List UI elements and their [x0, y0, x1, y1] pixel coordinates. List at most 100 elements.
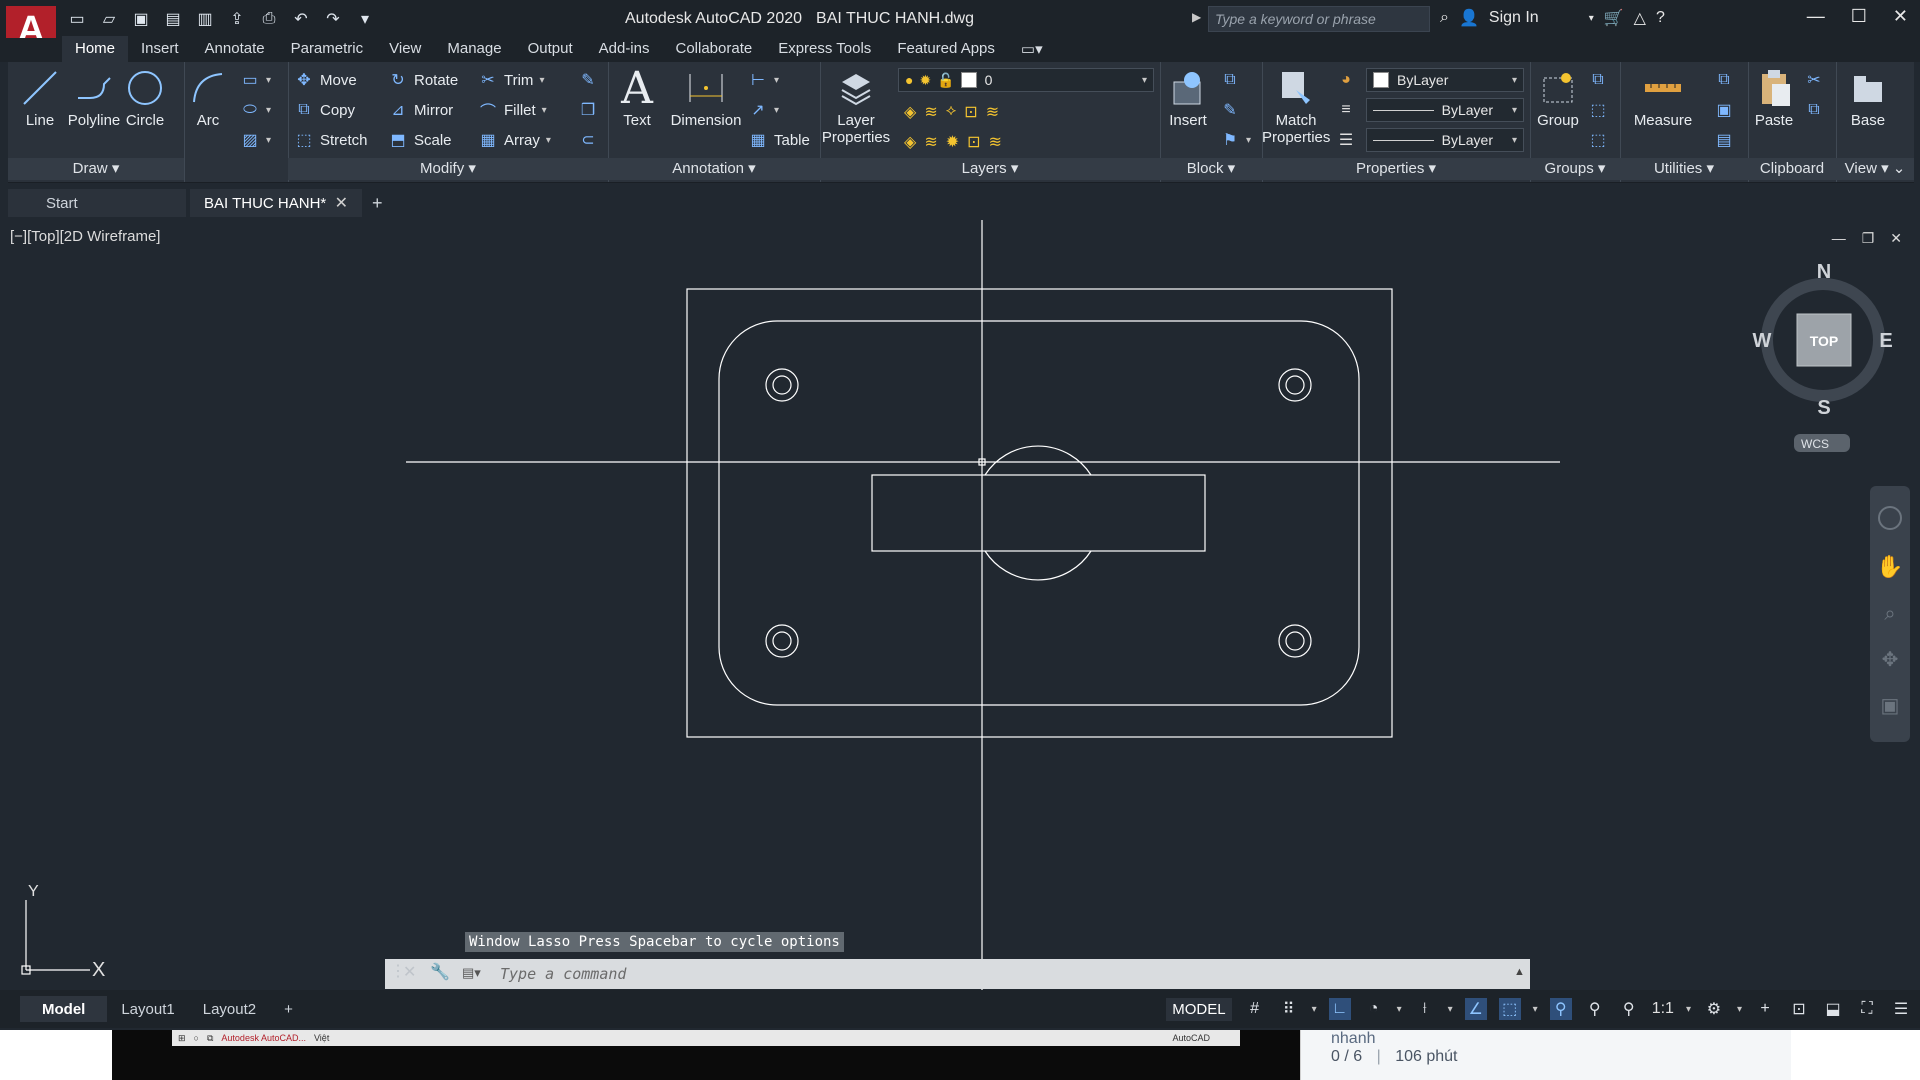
- hatch-tool[interactable]: ▨ ▾: [240, 128, 271, 152]
- compass-south[interactable]: S: [1817, 397, 1830, 419]
- view-panel-title[interactable]: View ▾ ⌄: [1836, 158, 1914, 180]
- layer-current-icon[interactable]: ≋: [924, 132, 937, 152]
- table-tool[interactable]: ▦ Table: [748, 128, 809, 152]
- workspace-dropdown-icon[interactable]: ▾: [1737, 1004, 1742, 1015]
- search-expand-icon[interactable]: ▶: [1192, 10, 1201, 24]
- workspace-gear-icon[interactable]: ⚙: [1703, 998, 1725, 1020]
- compass-east[interactable]: E: [1879, 330, 1892, 352]
- layer-off-icon[interactable]: ⟡: [946, 102, 957, 122]
- snap-dropdown-icon[interactable]: ▾: [1312, 1004, 1317, 1015]
- offset-tool[interactable]: ⊂: [578, 128, 598, 152]
- binoculars-icon[interactable]: ⌕: [1440, 9, 1449, 27]
- taskbar-chrome[interactable]: Việt: [314, 1033, 329, 1043]
- match-properties-tool[interactable]: Match Properties: [1262, 66, 1330, 146]
- arc-tool[interactable]: Arc: [180, 66, 236, 129]
- isodraft-dropdown-icon[interactable]: ▾: [1448, 1004, 1453, 1015]
- close-tab-icon[interactable]: ✕: [335, 193, 348, 213]
- erase-tool[interactable]: ✎: [578, 68, 598, 92]
- color-dropdown[interactable]: ByLayer ▾: [1366, 68, 1524, 92]
- modify-panel-title[interactable]: Modify ▾: [288, 158, 608, 180]
- hole-top-right-inner[interactable]: [1285, 375, 1305, 395]
- rectangle-tool[interactable]: ▭ ▾: [240, 68, 271, 92]
- minimize-icon[interactable]: —: [1807, 6, 1825, 27]
- trim-tool[interactable]: ✂ Trim ▾: [478, 68, 544, 92]
- ribbon-tab-annotate[interactable]: Annotate: [192, 38, 278, 62]
- draw-panel-title[interactable]: Draw ▾: [8, 158, 184, 180]
- ribbon-tab-output[interactable]: Output: [515, 38, 586, 62]
- drawing-viewport[interactable]: [−][Top][2D Wireframe] — ❐ ✕ Y X TOP N S…: [0, 220, 1920, 990]
- layer-isolate-icon[interactable]: ◈: [904, 102, 916, 122]
- lineweight-dropdown[interactable]: ByLayer ▾: [1366, 128, 1524, 152]
- rotate-tool[interactable]: ↻ Rotate: [388, 68, 458, 92]
- layers-panel-title[interactable]: Layers ▾: [820, 158, 1160, 180]
- layer-properties-tool[interactable]: Layer Properties: [820, 66, 892, 146]
- object-snap-tracking-icon[interactable]: ∠: [1464, 998, 1487, 1020]
- zoom-icon[interactable]: ⌕: [1884, 603, 1895, 625]
- group-select-tool[interactable]: ⬚: [1588, 128, 1608, 152]
- help-search-input[interactable]: Type a keyword or phrase: [1208, 6, 1430, 32]
- model-space-button[interactable]: MODEL: [1166, 997, 1232, 1021]
- hole-top-left-outer[interactable]: [765, 368, 799, 402]
- center-circle-bottom-arc[interactable]: [984, 550, 1092, 581]
- a360-icon[interactable]: △: [1634, 8, 1646, 28]
- select-all-tool[interactable]: ▣: [1714, 98, 1734, 122]
- annotation-visibility-icon[interactable]: ⚲: [1549, 998, 1572, 1020]
- base-view-tool[interactable]: Base: [1840, 66, 1896, 129]
- polar-dropdown-icon[interactable]: ▾: [1397, 1004, 1402, 1015]
- viewcube[interactable]: TOP N S E W WCS: [1753, 261, 1893, 452]
- group-edit-tool[interactable]: ⬚: [1588, 98, 1608, 122]
- linetype-dropdown[interactable]: ByLayer ▾: [1366, 98, 1524, 122]
- layer-match-icon[interactable]: ≋: [924, 102, 937, 122]
- auto-scale-icon[interactable]: ⚲: [1584, 998, 1606, 1020]
- attribute-tool[interactable]: ⚑ ▾: [1220, 128, 1251, 152]
- scale-dropdown-icon[interactable]: ▾: [1686, 1004, 1691, 1015]
- hole-bottom-left-outer[interactable]: [765, 624, 799, 658]
- task-view-icon[interactable]: ⧉: [207, 1033, 213, 1044]
- explode-tool[interactable]: ❒: [578, 98, 598, 122]
- block-panel-title[interactable]: Block ▾: [1160, 158, 1262, 180]
- annotation-panel-title[interactable]: Annotation ▾: [608, 158, 820, 180]
- hole-top-right-outer[interactable]: [1278, 368, 1312, 402]
- user-icon[interactable]: 👤: [1459, 8, 1479, 28]
- close-icon[interactable]: ✕: [1893, 6, 1908, 27]
- ribbon-minimize-icon[interactable]: ▭▾: [1008, 38, 1056, 62]
- open-web-icon[interactable]: ▥: [194, 8, 216, 30]
- add-layout-icon[interactable]: +: [270, 996, 307, 1022]
- hole-top-left-inner[interactable]: [772, 375, 792, 395]
- polar-icon[interactable]: ◔: [1363, 998, 1385, 1020]
- ribbon-tab-express-tools[interactable]: Express Tools: [765, 38, 884, 62]
- layer-walk-icon[interactable]: ≋: [986, 102, 999, 122]
- scale-tool[interactable]: ⬒ Scale: [388, 128, 451, 152]
- snap-icon[interactable]: ⠿: [1278, 998, 1300, 1020]
- save-icon[interactable]: ▣: [130, 8, 152, 30]
- drawing-canvas[interactable]: Y X TOP N S E W WCS ✋ ⌕ ✥ ▣: [0, 220, 1920, 990]
- layout1-tab[interactable]: Layout1: [107, 996, 188, 1022]
- insert-tool[interactable]: Insert: [1160, 66, 1216, 129]
- ortho-icon[interactable]: ∟: [1328, 998, 1351, 1020]
- taskbar-autocad[interactable]: Autodesk AutoCAD...: [221, 1033, 306, 1043]
- group-tool[interactable]: Group: [1530, 66, 1586, 129]
- save-as-icon[interactable]: ▤: [162, 8, 184, 30]
- compass-west[interactable]: W: [1753, 330, 1772, 352]
- edit-block-tool[interactable]: ✎: [1220, 98, 1240, 122]
- layer-unlock-icon[interactable]: ⊡: [967, 132, 980, 152]
- osnap-dropdown-icon[interactable]: ▾: [1533, 1004, 1538, 1015]
- layer-lock-tool-icon[interactable]: ⊡: [964, 102, 977, 122]
- layout2-tab[interactable]: Layout2: [189, 996, 270, 1022]
- command-input[interactable]: Type a command: [500, 962, 1500, 986]
- new-tab-icon[interactable]: +: [372, 193, 383, 214]
- layer-freeze-tool-icon[interactable]: ✹: [946, 132, 959, 152]
- command-customize-icon[interactable]: 🔧: [430, 962, 450, 982]
- outer-rectangle[interactable]: [686, 288, 1393, 738]
- open-file-icon[interactable]: ▱: [98, 8, 120, 30]
- showmotion-icon[interactable]: ▣: [1881, 695, 1900, 717]
- tray-autocad[interactable]: AutoCAD: [1172, 1033, 1210, 1043]
- ungroup-tool[interactable]: ⧉: [1588, 68, 1608, 92]
- groups-panel-title[interactable]: Groups ▾: [1530, 158, 1620, 180]
- model-tab[interactable]: Model: [20, 996, 108, 1022]
- calculator-tool[interactable]: ▤: [1714, 128, 1734, 152]
- hole-bottom-left-inner[interactable]: [772, 631, 792, 651]
- measure-tool[interactable]: Measure: [1624, 66, 1702, 129]
- save-web-icon[interactable]: ⇪: [226, 8, 248, 30]
- active-drawing-tab[interactable]: BAI THUC HANH* ✕: [190, 189, 362, 217]
